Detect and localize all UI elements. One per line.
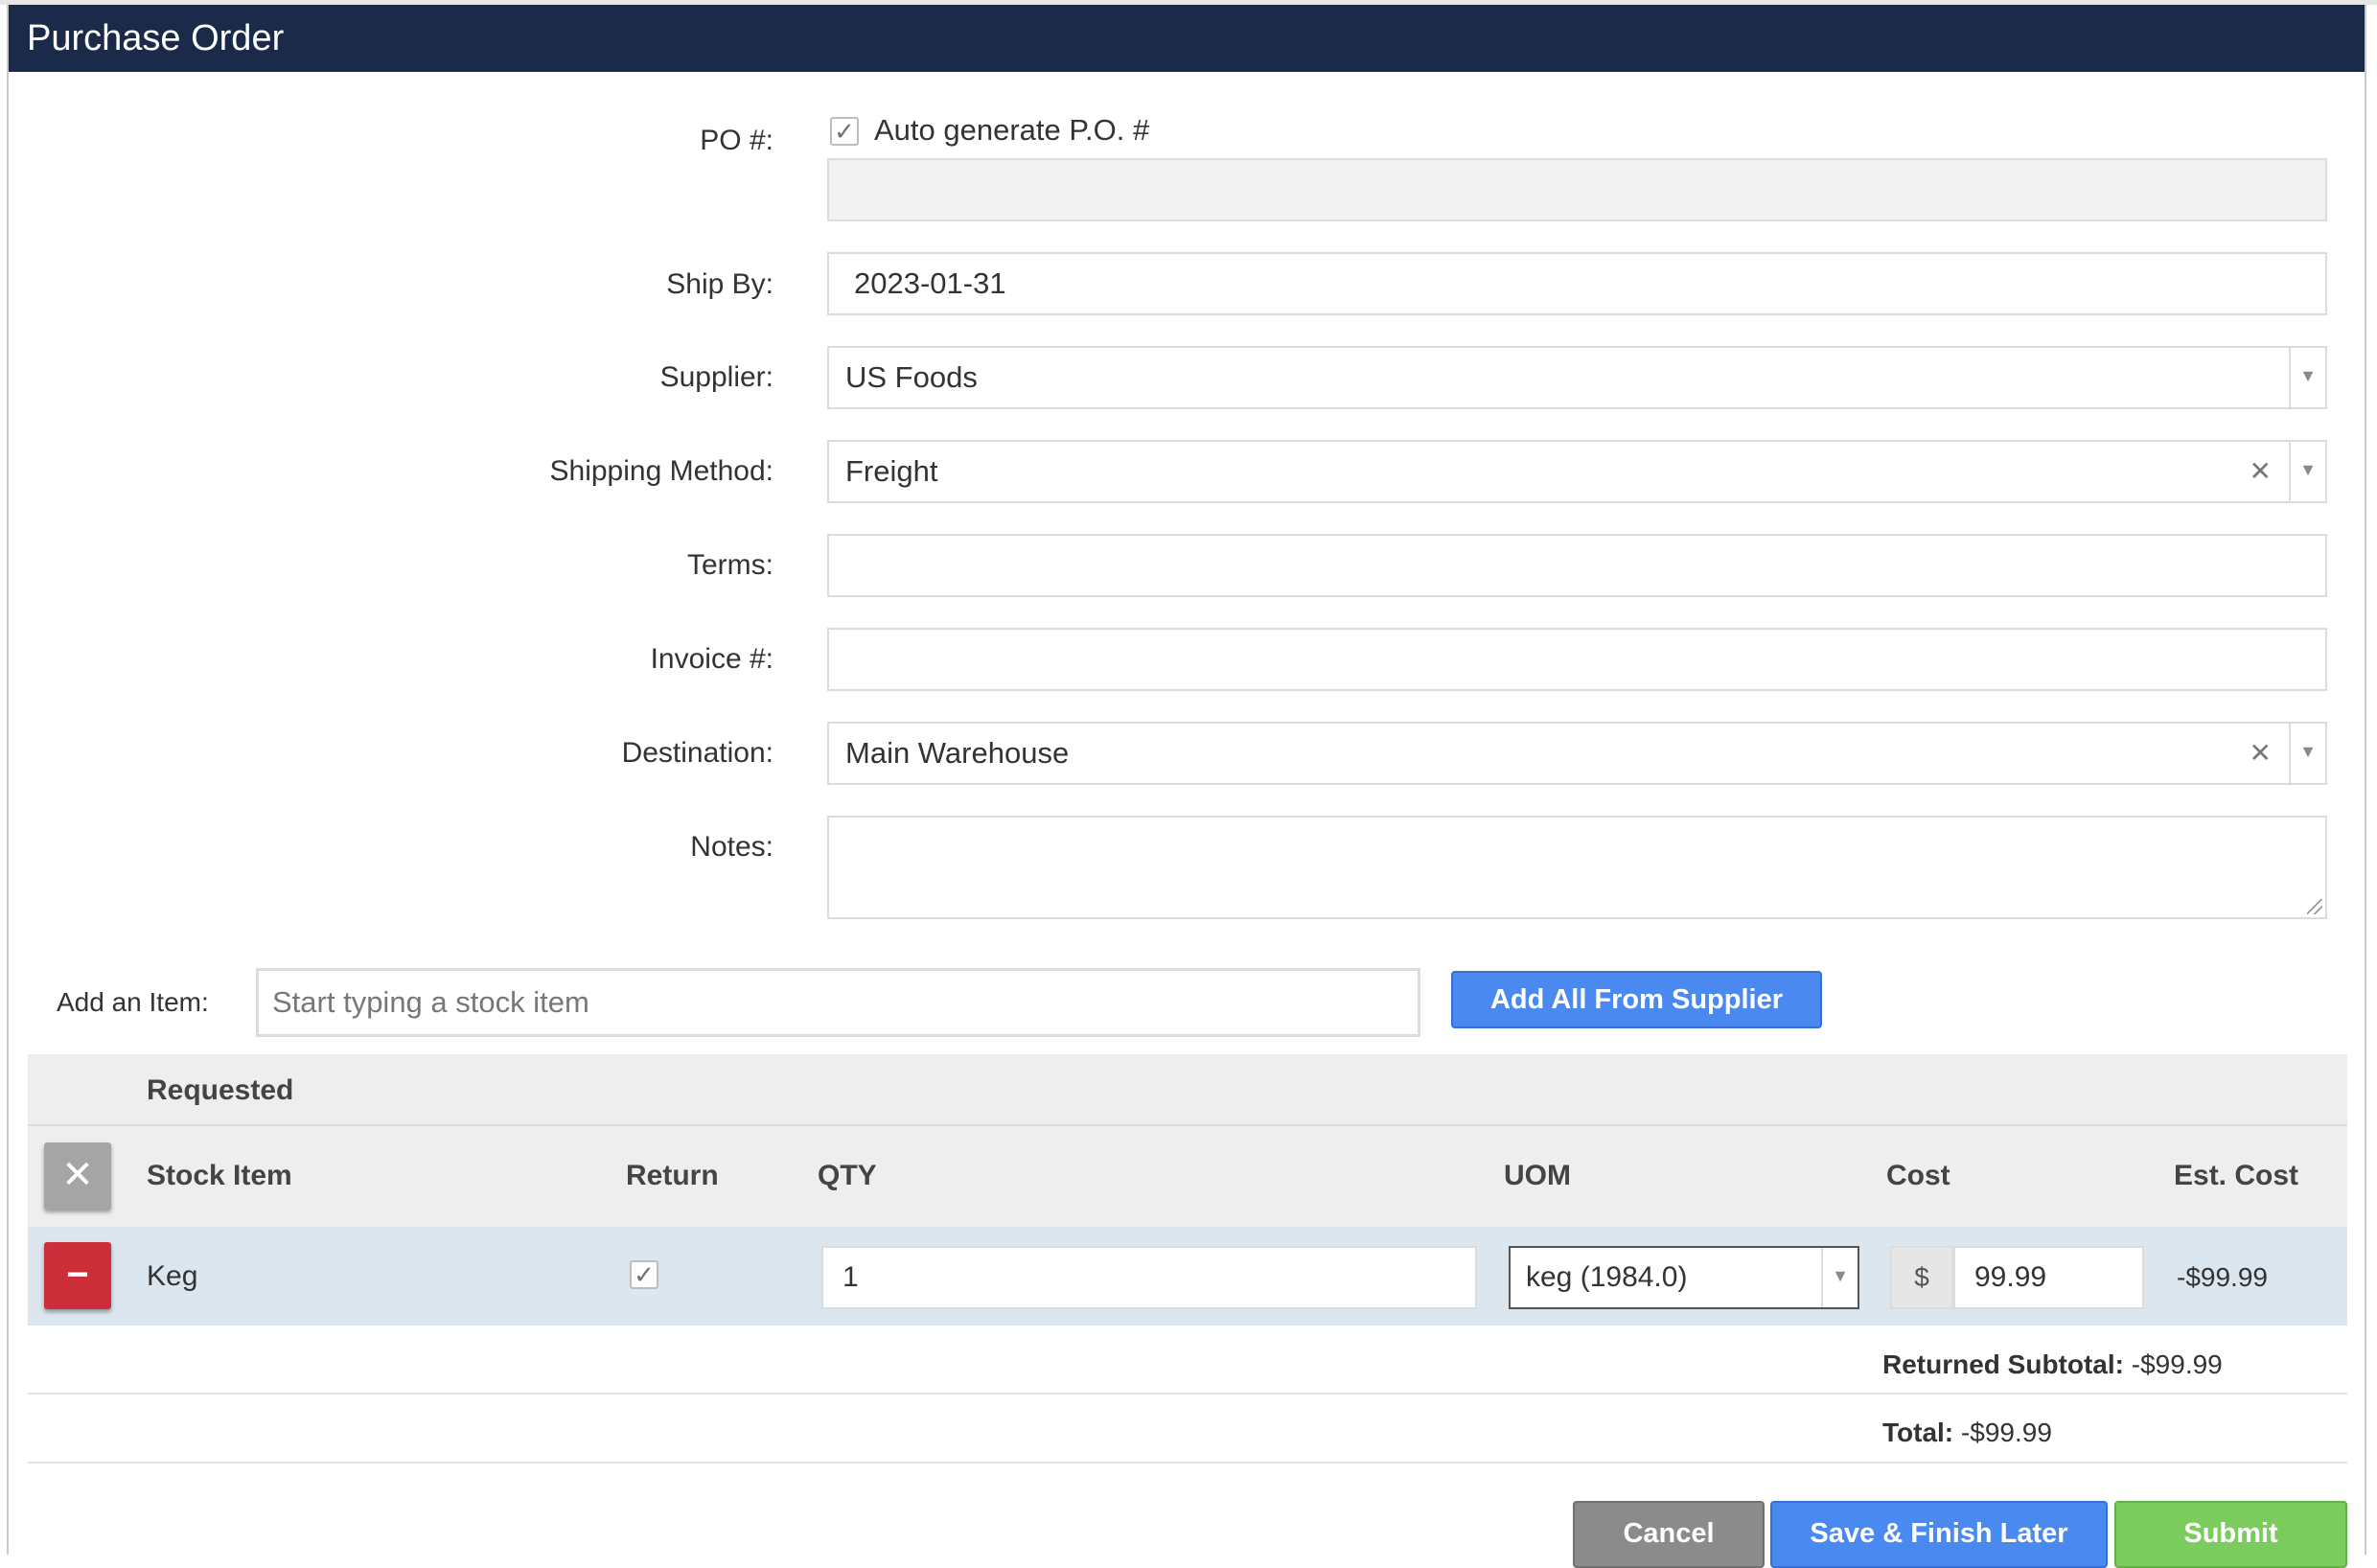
invoice-label: Invoice #: [650,643,773,675]
cancel-button[interactable]: Cancel [1573,1501,1765,1568]
shipping-method-value: Freight [845,454,938,488]
close-icon: ✕ [61,1154,94,1196]
col-uom: UOM [1504,1160,1571,1191]
submit-button[interactable]: Submit [2114,1501,2347,1568]
chevron-down-icon[interactable]: ▼ [2289,348,2325,407]
cost-input[interactable]: 99.99 [1953,1246,2144,1309]
ship-by-field[interactable]: 2023-01-31 [827,252,2327,315]
po-number-field[interactable] [827,158,2327,221]
requested-header: Requested [147,1074,294,1106]
purchase-order-dialog: Purchase Order PO #: ✓ Auto generate P.O… [7,5,2366,1568]
dialog-title: Purchase Order [9,5,2365,72]
row-stock-item: Keg [147,1260,198,1292]
total: Total: -$99.99 [1882,1418,2052,1448]
destination-select[interactable]: Main Warehouse ✕ ▼ [827,722,2327,785]
divider [28,1462,2347,1464]
save-finish-later-button[interactable]: Save & Finish Later [1770,1501,2108,1568]
auto-generate-po-checkbox[interactable]: ✓ [830,117,859,146]
row-est-cost: -$99.99 [2177,1262,2268,1292]
qty-input[interactable]: 1 [821,1246,1477,1309]
returned-subtotal-value: -$99.99 [2131,1349,2223,1379]
shipping-method-select[interactable]: Freight ✕ ▼ [827,440,2327,503]
minus-icon: − [66,1254,89,1296]
total-label: Total: [1882,1418,1954,1447]
chevron-down-icon[interactable]: ▼ [2289,442,2325,501]
remove-row-button[interactable]: − [44,1242,111,1309]
uom-select[interactable]: keg (1984.0) ▼ [1509,1246,1859,1309]
destination-label: Destination: [621,737,773,769]
check-icon: ✓ [634,1260,655,1289]
remove-all-button[interactable]: ✕ [44,1142,111,1210]
col-est-cost: Est. Cost [2174,1160,2299,1191]
auto-generate-po-label: Auto generate P.O. # [874,113,1150,147]
shipping-method-label: Shipping Method: [549,455,774,487]
clear-icon[interactable]: ✕ [2250,724,2272,783]
col-cost: Cost [1886,1160,1950,1191]
supplier-select[interactable]: US Foods ▼ [827,346,2327,409]
return-checkbox[interactable]: ✓ [630,1260,658,1289]
po-label: PO #: [700,125,773,156]
table-column-header: ✕ Stock Item Return QTY UOM Cost Est. Co… [28,1126,2347,1227]
add-item-input[interactable]: Start typing a stock item [256,968,1420,1037]
chevron-down-icon[interactable]: ▼ [2289,724,2325,783]
table-row: − Keg ✓ 1 keg (1984.0) ▼ $ 99.99 -$99.99 [28,1227,2347,1326]
currency-addon: $ [1890,1246,1953,1309]
uom-value: keg (1984.0) [1526,1261,1688,1293]
destination-value: Main Warehouse [845,736,1070,770]
add-all-from-supplier-button[interactable]: Add All From Supplier [1451,971,1822,1028]
col-stock-item: Stock Item [147,1160,292,1191]
ship-by-label: Ship By: [666,268,773,300]
returned-subtotal-label: Returned Subtotal: [1882,1349,2124,1379]
check-icon: ✓ [834,117,855,146]
table-group-header: Requested [28,1054,2347,1126]
notes-label: Notes: [690,831,773,863]
col-qty: QTY [818,1160,877,1191]
invoice-field[interactable] [827,628,2327,691]
add-item-label: Add an Item: [57,987,209,1017]
total-value: -$99.99 [1960,1418,2052,1447]
returned-subtotal: Returned Subtotal: -$99.99 [1882,1349,2223,1380]
resize-grip-icon[interactable] [2307,899,2322,914]
divider [28,1393,2347,1395]
col-return: Return [626,1160,719,1191]
chevron-down-icon[interactable]: ▼ [1821,1248,1858,1307]
terms-label: Terms: [687,549,773,581]
terms-field[interactable] [827,534,2327,597]
clear-icon[interactable]: ✕ [2250,442,2272,501]
notes-textarea[interactable] [827,816,2327,919]
supplier-label: Supplier: [659,361,773,393]
supplier-value: US Foods [845,360,978,394]
